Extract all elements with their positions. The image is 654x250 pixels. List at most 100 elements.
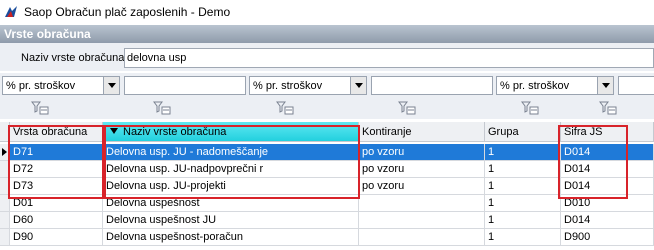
cell-text: po vzoru [362, 163, 405, 175]
table-cell[interactable]: Delovna uspešnost JU [103, 212, 359, 229]
cell-text: Delovna usp. JU-projekti [106, 180, 226, 192]
row-indicator[interactable] [0, 212, 10, 229]
filter-icon[interactable] [276, 101, 294, 115]
cell-text: D014 [564, 146, 591, 158]
row-indicator[interactable] [0, 144, 10, 161]
table-cell[interactable]: D01 [10, 195, 103, 212]
table-row[interactable]: D90 Delovna uspešnost-poračun 1 D900 [0, 229, 654, 246]
filter-icon[interactable] [398, 101, 416, 115]
table-cell[interactable]: 1 [485, 161, 561, 178]
table-cell[interactable]: D900 [561, 229, 654, 246]
column-header-label: Naziv vrste obračuna [123, 126, 227, 138]
table-cell[interactable]: 1 [485, 144, 561, 161]
cell-text: 1 [488, 197, 495, 209]
chevron-down-icon[interactable] [103, 77, 119, 94]
filter-combo-2[interactable]: % pr. stroškov [249, 76, 367, 95]
table-cell[interactable]: D71 [10, 144, 103, 161]
table-cell[interactable]: 1 [485, 229, 561, 246]
table-cell[interactable]: D010 [561, 195, 654, 212]
table-row[interactable]: D60 Delovna uspešnost JU 1 D014 [0, 212, 654, 229]
table-cell[interactable]: Delovna usp. JU-projekti [103, 178, 359, 195]
column-header-label: Šifra JS [564, 126, 603, 138]
table-cell[interactable]: po vzoru [359, 144, 485, 161]
cell-text: Delovna usp. JU - nadomeščanje [106, 146, 269, 158]
filter-row: % pr. stroškov % pr. stroškov % pr. stro… [0, 73, 654, 97]
title-bar: Saop Obračun plač zaposlenih - Demo [0, 0, 654, 24]
cell-text: D73 [13, 180, 34, 192]
cell-text: D71 [13, 146, 34, 158]
cell-text: Delovna uspešnost [106, 197, 200, 209]
column-header-kontiranje[interactable]: Kontiranje [359, 122, 485, 142]
cell-text: D010 [564, 197, 591, 209]
table-cell[interactable] [359, 229, 485, 246]
app-icon [5, 6, 17, 17]
table-row[interactable]: D72 Delovna usp. JU-nadpovprečni r po vzor… [0, 161, 654, 178]
table-cell[interactable]: Delovna uspešnost-poračun [103, 229, 359, 246]
cell-text: 1 [488, 146, 495, 158]
table-cell[interactable]: Delovna usp. JU-nadpovprečni r [103, 161, 359, 178]
table-cell[interactable] [359, 195, 485, 212]
table-cell[interactable]: 1 [485, 178, 561, 195]
search-row: Naziv vrste obračuna [0, 43, 654, 71]
column-header-sifra-js[interactable]: Šifra JS [561, 122, 654, 142]
table-cell[interactable]: po vzoru [359, 178, 485, 195]
section-title: Vrste obračuna [4, 27, 91, 41]
sort-descending-icon [110, 128, 118, 134]
table-row[interactable]: D73 Delovna usp. JU-projekti po vzoru 1 D014 [0, 178, 654, 195]
column-header-vrsta[interactable]: Vrsta obračuna [10, 122, 103, 142]
filter-icon[interactable] [599, 101, 617, 115]
column-header-label: Vrsta obračuna [13, 126, 88, 138]
column-header-grupa[interactable]: Grupa [485, 122, 561, 142]
row-indicator[interactable] [0, 161, 10, 178]
filter-combo-value: % pr. stroškov [6, 80, 76, 92]
cell-text: po vzoru [362, 180, 405, 192]
cell-text: D01 [13, 197, 34, 209]
row-indicator[interactable] [0, 229, 10, 246]
section-header: Vrste obračuna [0, 25, 654, 43]
cell-text: 1 [488, 231, 495, 243]
table-cell[interactable]: Delovna usp. JU - nadomeščanje [103, 144, 359, 161]
table-cell[interactable]: D014 [561, 161, 654, 178]
filter-icon[interactable] [153, 101, 171, 115]
table-cell[interactable]: 1 [485, 195, 561, 212]
column-header-naziv[interactable]: Naziv vrste obračuna [103, 122, 359, 142]
table-row[interactable]: D71 Delovna usp. JU - nadomeščanje po vzor… [0, 144, 654, 161]
cell-text: Delovna usp. JU-nadpovprečni r [106, 163, 264, 175]
chevron-down-icon[interactable] [597, 77, 613, 94]
filter-icon[interactable] [521, 101, 539, 115]
cell-text: po vzoru [362, 146, 405, 158]
filter-combo-value: % pr. stroškov [500, 80, 570, 92]
cell-text: D72 [13, 163, 34, 175]
filter-combo-3[interactable]: % pr. stroškov [496, 76, 614, 95]
table-cell[interactable] [359, 212, 485, 229]
cell-text: Delovna uspešnost-poračun [106, 231, 243, 243]
cell-text: 1 [488, 214, 495, 226]
table-cell[interactable]: Delovna uspešnost [103, 195, 359, 212]
column-header-label: Kontiranje [362, 126, 412, 138]
chevron-down-icon[interactable] [350, 77, 366, 94]
cell-text: D900 [564, 231, 591, 243]
table-cell[interactable]: D73 [10, 178, 103, 195]
current-row-icon [2, 148, 7, 156]
table-cell[interactable]: D72 [10, 161, 103, 178]
window-title: Saop Obračun plač zaposlenih - Demo [24, 5, 231, 19]
filter-textbox-2[interactable] [371, 76, 493, 95]
row-indicator[interactable] [0, 178, 10, 195]
table-cell[interactable]: po vzoru [359, 161, 485, 178]
filter-combo-1[interactable]: % pr. stroškov [2, 76, 120, 95]
table-row[interactable]: D01 Delovna uspešnost 1 D010 [0, 195, 654, 212]
filter-textbox-3[interactable] [618, 76, 654, 95]
table-cell[interactable]: 1 [485, 212, 561, 229]
table-cell[interactable]: D014 [561, 178, 654, 195]
table-cell[interactable]: D90 [10, 229, 103, 246]
row-indicator[interactable] [0, 195, 10, 212]
filter-textbox-1[interactable] [124, 76, 246, 95]
table-cell[interactable]: D014 [561, 144, 654, 161]
table-cell[interactable]: D014 [561, 212, 654, 229]
table-cell[interactable]: D60 [10, 212, 103, 229]
data-grid: Vrsta obračuna Naziv vrste obračuna Kont… [0, 122, 654, 250]
cell-text: D60 [13, 214, 34, 226]
cell-text: D90 [13, 231, 34, 243]
search-input[interactable] [124, 48, 654, 68]
filter-icon[interactable] [31, 101, 49, 115]
